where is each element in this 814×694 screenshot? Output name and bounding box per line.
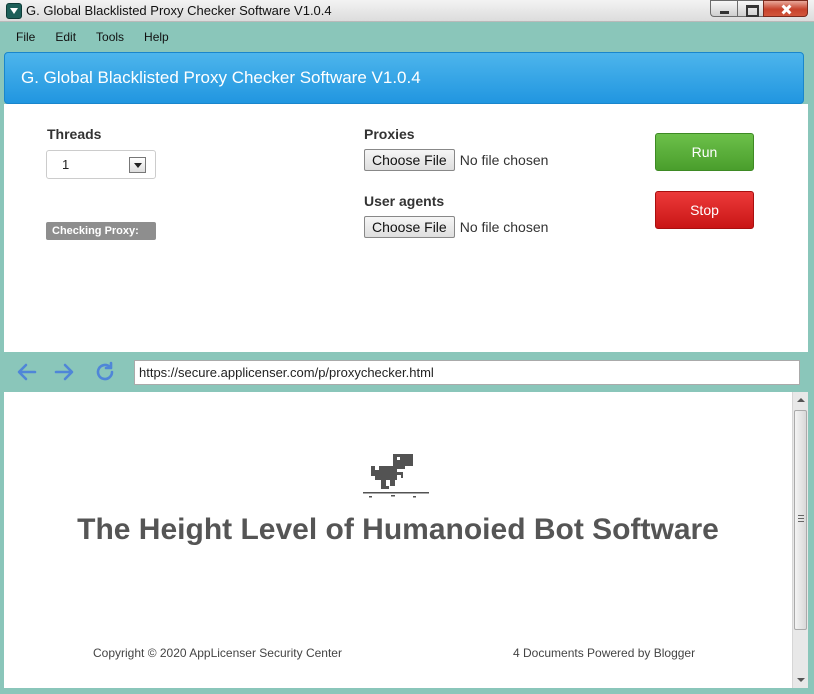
scroll-up-icon[interactable] — [793, 392, 809, 408]
page-title: G. Global Blacklisted Proxy Checker Soft… — [21, 68, 421, 87]
window-bottom-border — [0, 688, 814, 694]
back-arrow-icon[interactable] — [15, 360, 39, 384]
threads-value: 1 — [62, 157, 70, 172]
scroll-thumb[interactable] — [794, 410, 807, 630]
scroll-down-icon[interactable] — [793, 672, 809, 688]
header-banner: G. Global Blacklisted Proxy Checker Soft… — [4, 52, 804, 104]
menu-tools[interactable]: Tools — [86, 30, 134, 44]
user-agents-file-input: Choose File No file chosen — [364, 216, 548, 238]
dinosaur-icon — [363, 454, 429, 498]
app-icon — [6, 3, 22, 19]
close-button[interactable] — [763, 0, 808, 17]
title-bar[interactable]: G. Global Blacklisted Proxy Checker Soft… — [0, 0, 814, 22]
proxies-choose-file-button[interactable]: Choose File — [364, 149, 455, 171]
threads-label: Threads — [47, 126, 102, 142]
threads-select[interactable]: 1 — [46, 150, 156, 179]
url-input[interactable]: https://secure.applicenser.com/p/proxych… — [134, 360, 800, 385]
proxies-file-input: Choose File No file chosen — [364, 149, 548, 171]
window-controls — [710, 0, 808, 17]
checking-proxy-status: Checking Proxy: — [46, 222, 156, 240]
menu-help[interactable]: Help — [134, 30, 179, 44]
menu-bar: File Edit Tools Help — [0, 24, 814, 50]
maximize-button[interactable] — [737, 0, 763, 17]
app-window: G. Global Blacklisted Proxy Checker Soft… — [0, 0, 814, 694]
browser-nav-bar: https://secure.applicenser.com/p/proxych… — [4, 352, 808, 392]
headline: The Height Level of Humanoied Bot Softwa… — [77, 513, 719, 546]
proxies-label: Proxies — [364, 126, 415, 142]
refresh-icon[interactable] — [93, 360, 117, 384]
copyright-text: Copyright © 2020 AppLicenser Security Ce… — [93, 646, 342, 660]
run-button[interactable]: Run — [655, 133, 754, 171]
window-title: G. Global Blacklisted Proxy Checker Soft… — [26, 3, 332, 18]
settings-panel: Threads 1 Checking Proxy: Proxies Choose… — [4, 104, 808, 352]
grip-icon — [798, 515, 804, 522]
stop-button[interactable]: Stop — [655, 191, 754, 229]
browser-content: The Height Level of Humanoied Bot Softwa… — [4, 392, 792, 688]
user-agents-file-status: No file chosen — [459, 219, 549, 235]
proxies-file-status: No file chosen — [459, 152, 549, 168]
minimize-button[interactable] — [710, 0, 737, 17]
menu-file[interactable]: File — [6, 30, 45, 44]
powered-by-link[interactable]: 4 Documents Powered by Blogger — [513, 646, 695, 660]
forward-arrow-icon[interactable] — [52, 360, 76, 384]
menu-edit[interactable]: Edit — [45, 30, 86, 44]
chevron-down-icon[interactable] — [129, 157, 146, 173]
vertical-scrollbar[interactable] — [792, 392, 808, 688]
user-agents-label: User agents — [364, 193, 445, 209]
user-agents-choose-file-button[interactable]: Choose File — [364, 216, 455, 238]
